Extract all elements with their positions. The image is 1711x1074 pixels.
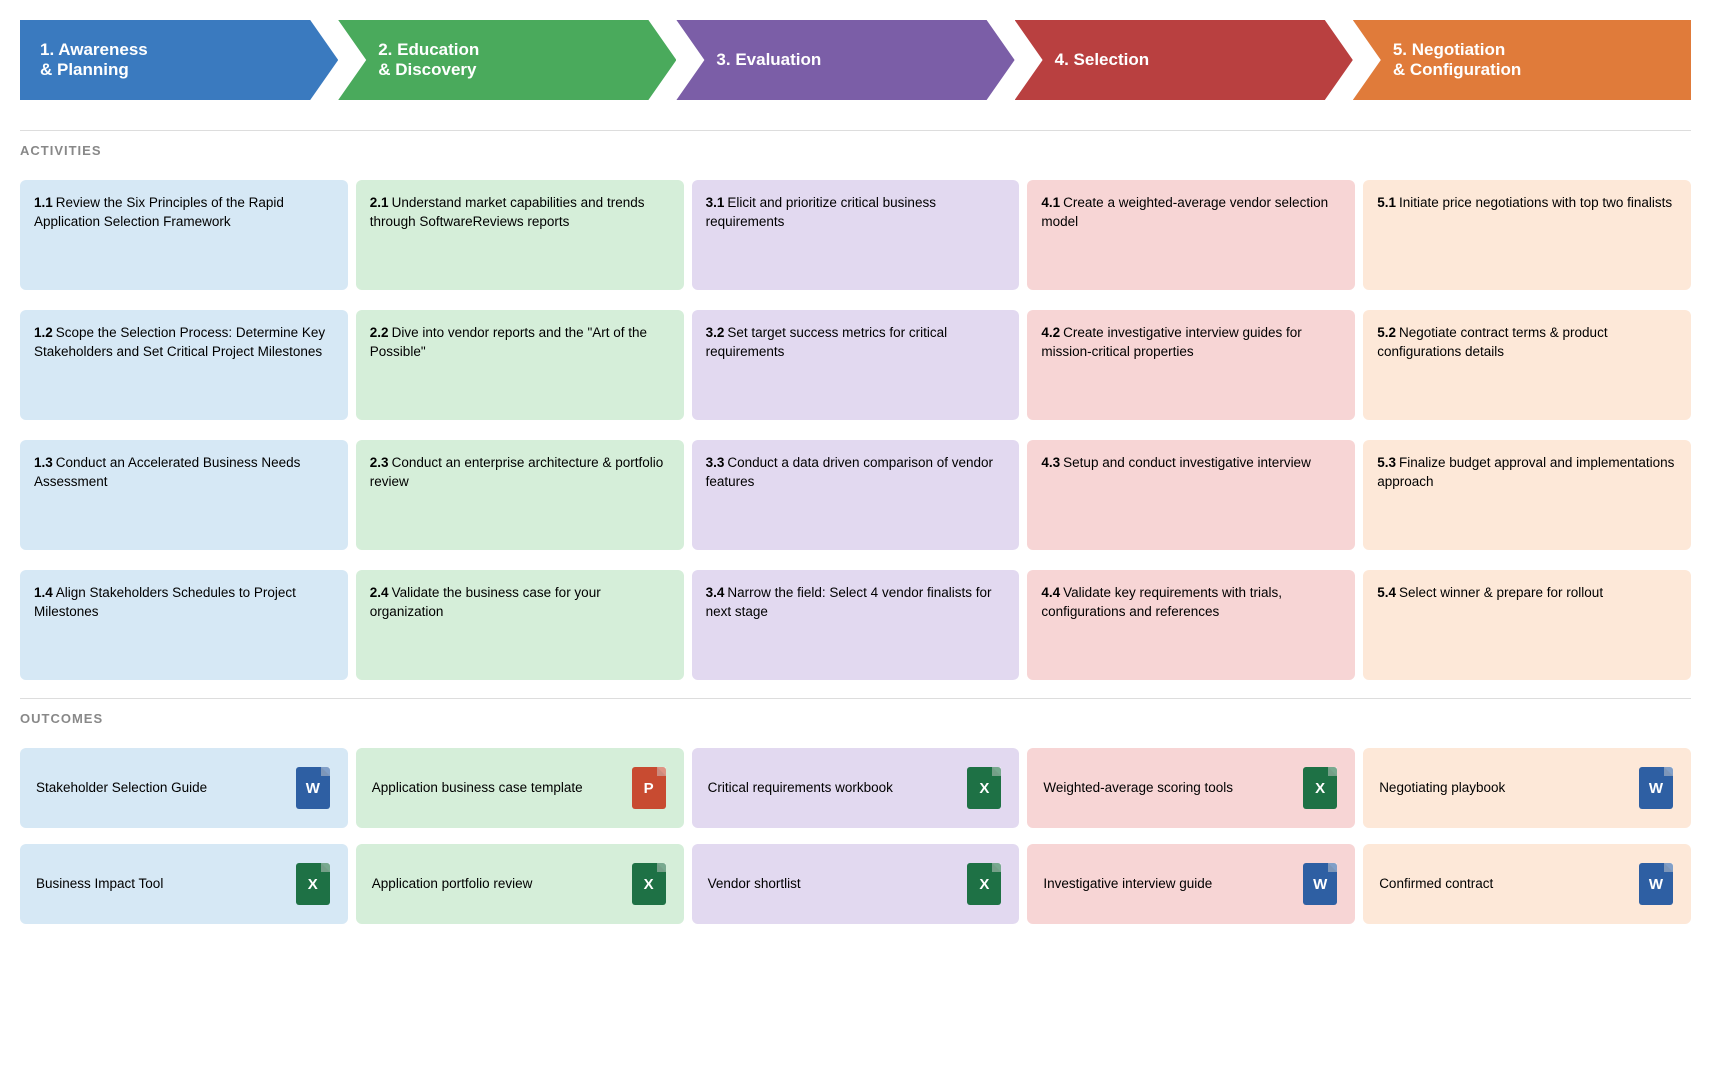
phase-arrow-4: 4. Selection	[1015, 20, 1353, 100]
activities-label: ACTIVITIES	[20, 130, 1691, 168]
outcomes-label: OUTCOMES	[20, 698, 1691, 736]
activities-row-3: 1.3Conduct an Accelerated Business Needs…	[20, 440, 1691, 550]
outcome-cell-1-1: Stakeholder Selection Guide W	[20, 748, 348, 828]
activity-cell-2-3: 2.3Conduct an enterprise architecture & …	[356, 440, 684, 550]
outcomes-row-1: Stakeholder Selection Guide W Applicatio…	[20, 748, 1691, 828]
outcome-cell-2-3: Vendor shortlist X	[692, 844, 1020, 924]
outcome-icon-2-2: X	[630, 862, 668, 906]
outcome-cell-1-4: Weighted-average scoring tools X	[1027, 748, 1355, 828]
activity-cell-3-1: 3.1Elicit and prioritize critical busine…	[692, 180, 1020, 290]
outcome-icon-1-2: P	[630, 766, 668, 810]
activities-row-4: 1.4Align Stakeholders Schedules to Proje…	[20, 570, 1691, 680]
activity-cell-1-3: 1.3Conduct an Accelerated Business Needs…	[20, 440, 348, 550]
activity-cell-4-1: 4.1Create a weighted-average vendor sele…	[1027, 180, 1355, 290]
outcome-cell-2-4: Investigative interview guide W	[1027, 844, 1355, 924]
activity-cell-2-1: 2.1Understand market capabilities and tr…	[356, 180, 684, 290]
activity-cell-1-4: 1.4Align Stakeholders Schedules to Proje…	[20, 570, 348, 680]
activity-cell-3-3: 3.3Conduct a data driven comparison of v…	[692, 440, 1020, 550]
outcome-cell-1-5: Negotiating playbook W	[1363, 748, 1691, 828]
outcome-icon-2-1: X	[294, 862, 332, 906]
activity-cell-1-1: 1.1Review the Six Principles of the Rapi…	[20, 180, 348, 290]
outcome-cell-2-2: Application portfolio review X	[356, 844, 684, 924]
activity-cell-2-4: 2.4Validate the business case for your o…	[356, 570, 684, 680]
activity-cell-5-4: 5.4Select winner & prepare for rollout	[1363, 570, 1691, 680]
activity-cell-1-2: 1.2Scope the Selection Process: Determin…	[20, 310, 348, 420]
activity-cell-5-2: 5.2Negotiate contract terms & product co…	[1363, 310, 1691, 420]
phase-arrow-3: 3. Evaluation	[676, 20, 1014, 100]
outcome-cell-2-5: Confirmed contract W	[1363, 844, 1691, 924]
activities-row-2: 1.2Scope the Selection Process: Determin…	[20, 310, 1691, 420]
outcome-icon-1-5: W	[1637, 766, 1675, 810]
activity-cell-3-4: 3.4Narrow the field: Select 4 vendor fin…	[692, 570, 1020, 680]
outcome-icon-2-5: W	[1637, 862, 1675, 906]
outcome-icon-1-3: X	[965, 766, 1003, 810]
outcome-icon-2-3: X	[965, 862, 1003, 906]
activity-cell-4-2: 4.2Create investigative interview guides…	[1027, 310, 1355, 420]
outcome-cell-1-3: Critical requirements workbook X	[692, 748, 1020, 828]
activities-grid: 1.1Review the Six Principles of the Rapi…	[20, 180, 1691, 680]
outcome-cell-2-1: Business Impact Tool X	[20, 844, 348, 924]
activity-cell-5-3: 5.3Finalize budget approval and implemen…	[1363, 440, 1691, 550]
activity-cell-5-1: 5.1Initiate price negotiations with top …	[1363, 180, 1691, 290]
outcome-cell-1-2: Application business case template P	[356, 748, 684, 828]
outcomes-grid: Stakeholder Selection Guide W Applicatio…	[20, 748, 1691, 924]
activity-cell-2-2: 2.2Dive into vendor reports and the "Art…	[356, 310, 684, 420]
phase-arrow-5: 5. Negotiation& Configuration	[1353, 20, 1691, 100]
outcome-icon-1-4: X	[1301, 766, 1339, 810]
outcome-icon-2-4: W	[1301, 862, 1339, 906]
activities-row-1: 1.1Review the Six Principles of the Rapi…	[20, 180, 1691, 290]
activity-cell-4-3: 4.3Setup and conduct investigative inter…	[1027, 440, 1355, 550]
phase-header: 1. Awareness& Planning2. Education& Disc…	[20, 20, 1691, 100]
outcome-icon-1-1: W	[294, 766, 332, 810]
activity-cell-3-2: 3.2Set target success metrics for critic…	[692, 310, 1020, 420]
phase-arrow-2: 2. Education& Discovery	[338, 20, 676, 100]
phase-arrow-1: 1. Awareness& Planning	[20, 20, 338, 100]
outcomes-row-2: Business Impact Tool X Application portf…	[20, 844, 1691, 924]
activity-cell-4-4: 4.4Validate key requirements with trials…	[1027, 570, 1355, 680]
